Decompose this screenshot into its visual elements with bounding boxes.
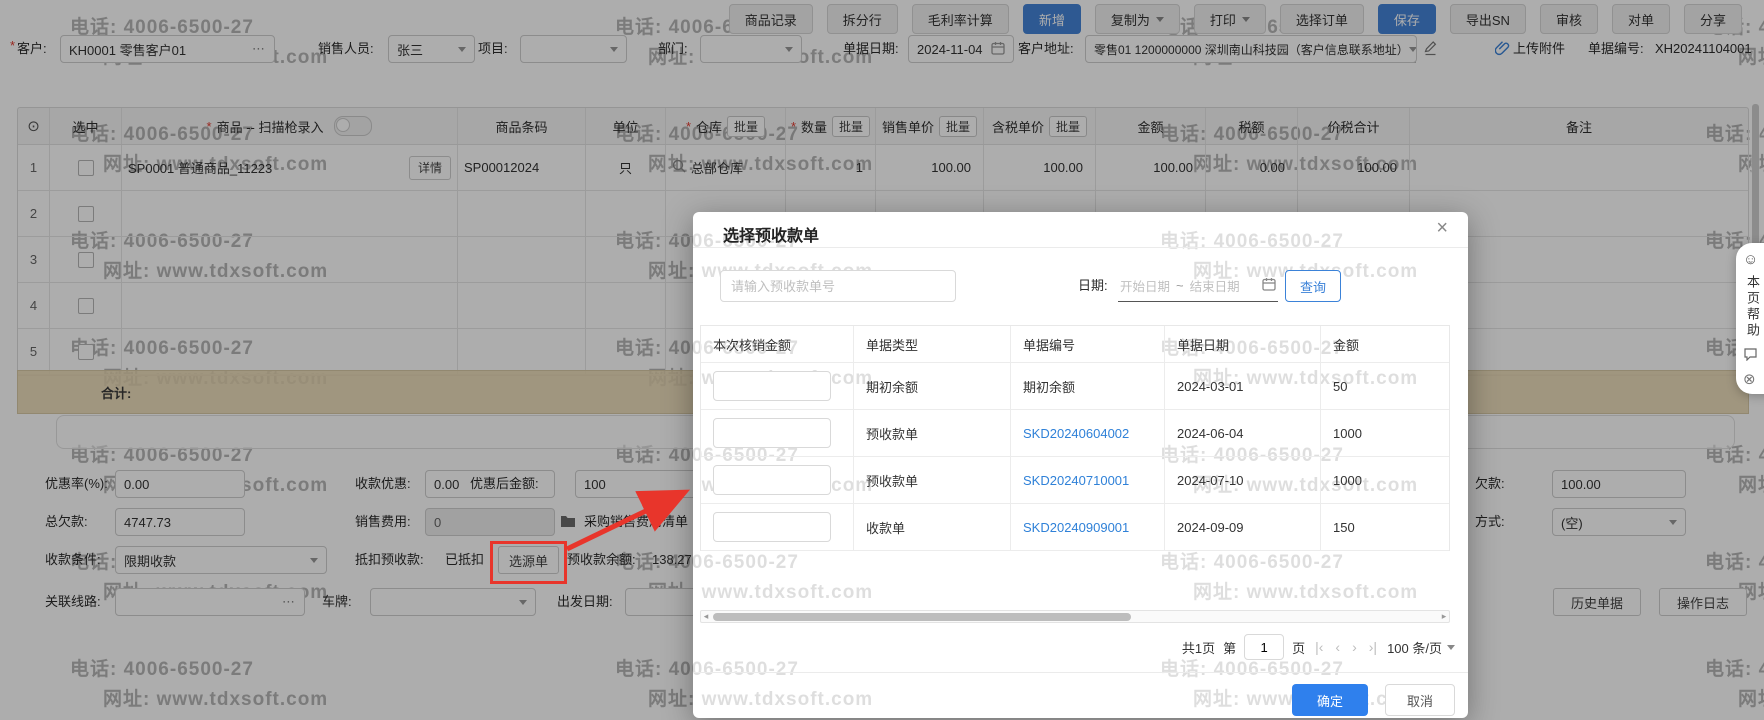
amount-cell: 50	[1321, 363, 1449, 409]
write-off-amount-input[interactable]	[713, 512, 831, 542]
start-date-placeholder[interactable]: 开始日期	[1120, 276, 1170, 295]
bill-no-text: 期初余额	[1023, 377, 1075, 396]
date-range-picker[interactable]: 开始日期 ~ 结束日期	[1118, 270, 1278, 302]
bill-no-link[interactable]: SKD20240710001	[1023, 473, 1129, 488]
advance-receipt-no-input[interactable]	[720, 270, 956, 302]
advance-receipt-row: 期初余额期初余额 2024-03-0150	[701, 363, 1449, 410]
modal-footer-divider	[693, 672, 1468, 673]
prev-page-icon[interactable]: ‹	[1333, 639, 1342, 655]
write-off-cell	[701, 457, 854, 503]
query-button[interactable]: 查询	[1285, 270, 1341, 302]
message-icon[interactable]	[1743, 347, 1758, 364]
bill-type-cell: 收款单	[854, 504, 1011, 550]
scrollbar-track[interactable]	[711, 611, 1439, 622]
end-date-placeholder[interactable]: 结束日期	[1190, 276, 1240, 295]
close-icon[interactable]: ×	[1436, 218, 1448, 238]
scroll-right-icon[interactable]: ▸	[1439, 611, 1449, 622]
write-off-amount-input[interactable]	[713, 418, 831, 448]
pagination: 共1页 第 页 |‹ ‹ › ›| 100 条/页	[1182, 632, 1455, 662]
bill-type-cell: 预收款单	[854, 457, 1011, 503]
next-page-icon[interactable]: ›	[1350, 639, 1359, 655]
write-off-cell	[701, 363, 854, 409]
amount-cell: 1000	[1321, 457, 1449, 503]
page-size-select[interactable]: 100 条/页	[1387, 638, 1455, 657]
last-page-icon[interactable]: ›|	[1367, 639, 1379, 655]
col-write-off-amount: 本次核销金额	[701, 326, 854, 362]
amount-cell: 1000	[1321, 410, 1449, 456]
advance-receipt-row: 预收款单 SKD20240604002 2024-06-041000	[701, 410, 1449, 457]
bill-no-cell: SKD20240604002	[1011, 410, 1165, 456]
help-close-icon[interactable]: ⊗	[1743, 372, 1756, 387]
calendar-icon[interactable]	[1262, 277, 1276, 294]
page-prefix: 第	[1223, 638, 1236, 657]
advance-receipt-row: 预收款单 SKD20240710001 2024-07-101000	[701, 457, 1449, 504]
col-amount: 金额	[1321, 326, 1449, 362]
write-off-cell	[701, 504, 854, 550]
page-suffix: 页	[1292, 638, 1305, 657]
advance-receipt-table-header: 本次核销金额 单据类型 单据编号 单据日期 金额	[701, 326, 1449, 363]
col-bill-type: 单据类型	[854, 326, 1011, 362]
scrollbar-thumb[interactable]	[713, 613, 1131, 621]
cancel-button[interactable]: 取消	[1385, 684, 1455, 716]
bill-no-cell: SKD20240909001	[1011, 504, 1165, 550]
date-separator: ~	[1176, 278, 1184, 293]
bill-date-cell: 2024-06-04	[1165, 410, 1321, 456]
modal-title: 选择预收款单	[723, 222, 819, 246]
bill-no-link[interactable]: SKD20240909001	[1023, 520, 1129, 535]
page-help-label[interactable]: 本页帮助	[1743, 275, 1762, 339]
chevron-down-icon	[1447, 645, 1455, 650]
bill-no-cell: 期初余额	[1011, 363, 1165, 409]
bill-no-link[interactable]: SKD20240604002	[1023, 426, 1129, 441]
bill-no-cell: SKD20240710001	[1011, 457, 1165, 503]
bill-date-cell: 2024-03-01	[1165, 363, 1321, 409]
select-advance-receipt-modal: 电话: 4006-6500-27网址: www.tdxsoft.com电话: 4…	[693, 212, 1468, 718]
confirm-button[interactable]: 确定	[1292, 684, 1368, 716]
scroll-left-icon[interactable]: ◂	[701, 611, 711, 622]
bill-type-cell: 期初余额	[854, 363, 1011, 409]
write-off-cell	[701, 410, 854, 456]
customer-service-icon[interactable]: ☺	[1743, 252, 1758, 267]
first-page-icon[interactable]: |‹	[1313, 639, 1325, 655]
col-bill-no: 单据编号	[1011, 326, 1165, 362]
date-label: 日期:	[1078, 270, 1108, 302]
amount-cell: 150	[1321, 504, 1449, 550]
total-pages: 共1页	[1182, 638, 1215, 657]
write-off-amount-input[interactable]	[713, 465, 831, 495]
help-widget[interactable]: ☺ 本页帮助 ⊗	[1736, 243, 1764, 394]
modal-horizontal-scrollbar[interactable]: ◂ ▸	[700, 610, 1450, 623]
bill-type-cell: 预收款单	[854, 410, 1011, 456]
bill-date-cell: 2024-09-09	[1165, 504, 1321, 550]
bill-date-cell: 2024-07-10	[1165, 457, 1321, 503]
advance-receipt-table: 本次核销金额 单据类型 单据编号 单据日期 金额 期初余额期初余额 2024-03…	[700, 325, 1450, 551]
page-size-value: 100 条/页	[1387, 638, 1442, 657]
advance-receipt-row: 收款单 SKD20240909001 2024-09-09150	[701, 504, 1449, 551]
col-bill-date: 单据日期	[1165, 326, 1321, 362]
write-off-amount-input[interactable]	[713, 371, 831, 401]
page-number-input[interactable]	[1244, 634, 1284, 660]
modal-title-divider	[693, 247, 1468, 248]
sales-order-page: 电话: 4006-6500-27网址: www.tdxsoft.com电话: 4…	[0, 0, 1764, 720]
